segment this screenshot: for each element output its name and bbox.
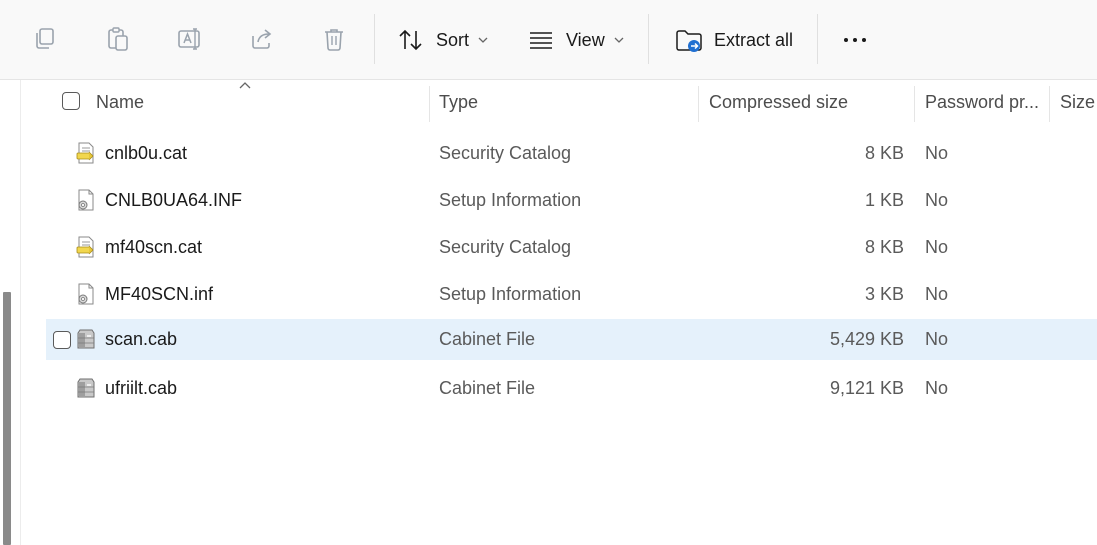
file-password-protected: No	[925, 143, 949, 163]
file-type: Cabinet File	[439, 329, 536, 349]
file-password-protected: No	[925, 190, 949, 210]
toolbar-divider	[817, 14, 818, 64]
toolbar-divider	[648, 14, 649, 64]
file-password-protected: No	[925, 284, 949, 304]
file-row[interactable]: MF40SCN.inf Setup Information 3 KB No	[46, 274, 1097, 315]
column-divider[interactable]	[914, 86, 915, 122]
file-type: Security Catalog	[439, 143, 572, 163]
more-options-icon[interactable]	[838, 28, 872, 52]
file-name: MF40SCN.inf	[105, 284, 214, 304]
file-row[interactable]: mf40scn.cat Security Catalog 8 KB No	[46, 227, 1097, 268]
file-type: Setup Information	[439, 190, 582, 210]
extract-all-button[interactable]: Extract all	[674, 24, 793, 56]
setup-file-icon	[74, 282, 98, 306]
file-name: CNLB0UA64.INF	[105, 190, 243, 210]
file-password-protected: No	[925, 329, 949, 349]
more-dot	[862, 38, 866, 42]
row-select-checkbox[interactable]	[53, 331, 71, 349]
copy-icon[interactable]	[31, 24, 61, 54]
file-compressed-size: 8 KB	[864, 143, 904, 163]
file-type: Security Catalog	[439, 237, 572, 257]
sort-label: Sort	[436, 29, 470, 50]
more-dot	[844, 38, 848, 42]
column-header-type[interactable]: Type	[439, 80, 478, 125]
select-all-checkbox[interactable]	[62, 92, 80, 110]
delete-icon[interactable]	[319, 24, 349, 54]
file-row[interactable]: cnlb0u.cat Security Catalog 8 KB No	[46, 133, 1097, 174]
column-header-size[interactable]: Size	[1060, 80, 1097, 125]
column-divider[interactable]	[698, 86, 699, 122]
file-name: cnlb0u.cat	[105, 143, 188, 163]
file-row[interactable]: ufriilt.cab Cabinet File 9,121 KB No	[46, 368, 1097, 409]
file-password-protected: No	[925, 378, 949, 398]
column-header-compressed-size[interactable]: Compressed size	[709, 80, 848, 125]
view-button[interactable]: View	[526, 24, 625, 56]
file-name: ufriilt.cab	[105, 378, 178, 398]
file-name: mf40scn.cat	[105, 237, 203, 257]
view-label: View	[566, 29, 605, 50]
chevron-down-icon	[614, 37, 624, 43]
column-header-row: Name Type Compressed size Password pr...…	[46, 80, 1097, 125]
more-dot	[853, 38, 857, 42]
cabinet-file-icon	[74, 376, 98, 400]
setup-file-icon	[74, 188, 98, 212]
file-password-protected: No	[925, 237, 949, 257]
toolbar-divider	[374, 14, 375, 64]
file-compressed-size: 5,429 KB	[829, 329, 904, 349]
column-divider[interactable]	[1049, 86, 1050, 122]
share-icon[interactable]	[247, 24, 277, 54]
extract-all-label: Extract all	[714, 29, 794, 50]
view-icon	[530, 32, 552, 49]
column-divider[interactable]	[429, 86, 430, 122]
paste-icon[interactable]	[103, 24, 133, 54]
column-header-name[interactable]: Name	[96, 80, 144, 125]
file-row-selected[interactable]: scan.cab Cabinet File 5,429 KB No	[46, 319, 1097, 360]
file-compressed-size: 9,121 KB	[829, 378, 904, 398]
file-name: scan.cab	[105, 329, 178, 349]
chevron-down-icon	[478, 37, 488, 43]
sort-icon	[399, 29, 422, 51]
extract-folder-icon	[676, 30, 702, 52]
cabinet-file-icon	[74, 327, 98, 351]
sort-button[interactable]: Sort	[396, 24, 489, 56]
vertical-scrollbar-thumb[interactable]	[3, 292, 11, 545]
catalog-file-icon	[74, 235, 98, 259]
file-type: Cabinet File	[439, 378, 536, 398]
file-type: Setup Information	[439, 284, 582, 304]
catalog-file-icon	[74, 141, 98, 165]
file-compressed-size: 1 KB	[864, 190, 904, 210]
command-bar: Sort View Extract all	[0, 0, 1097, 80]
rename-icon[interactable]	[175, 24, 205, 54]
column-header-password[interactable]: Password pr...	[925, 80, 1049, 125]
file-row[interactable]: CNLB0UA64.INF Setup Information 1 KB No	[46, 180, 1097, 221]
file-compressed-size: 3 KB	[864, 284, 904, 304]
file-compressed-size: 8 KB	[864, 237, 904, 257]
